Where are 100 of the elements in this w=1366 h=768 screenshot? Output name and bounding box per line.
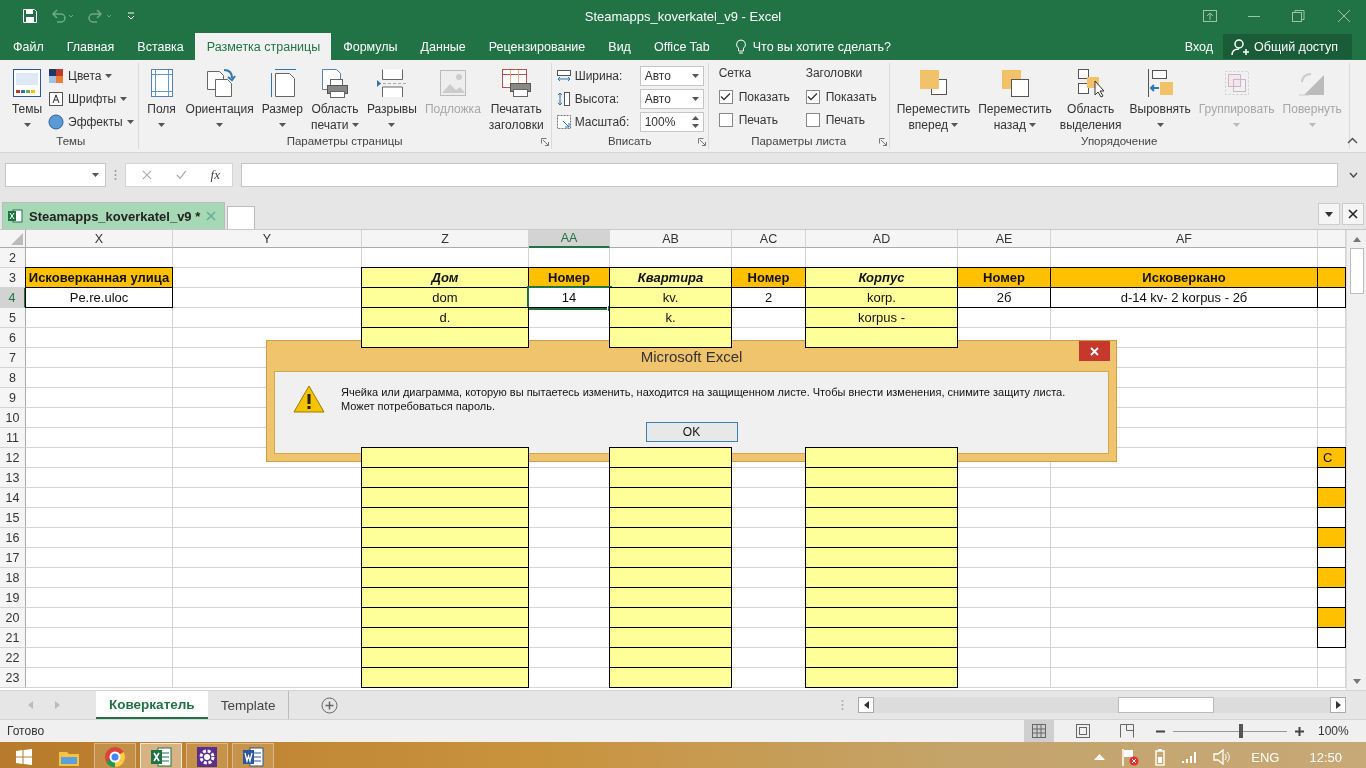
taskbar-app-button[interactable] bbox=[94, 743, 136, 768]
close-icon bbox=[206, 211, 217, 221]
ribbon-button[interactable]: Переместить вперед bbox=[893, 63, 974, 133]
tell-me-search[interactable]: Что вы хотите сделать? bbox=[720, 33, 891, 60]
formula-input[interactable] bbox=[241, 163, 1338, 187]
ribbon-tab[interactable]: Файл bbox=[0, 33, 55, 60]
font-box-icon bbox=[48, 90, 64, 107]
column-header[interactable]: AC bbox=[732, 230, 806, 248]
row-header[interactable]: 3 bbox=[0, 268, 26, 288]
view-button[interactable] bbox=[1024, 720, 1054, 742]
horizontal-scrollbar[interactable] bbox=[858, 697, 1346, 713]
row-header[interactable]: 11 bbox=[0, 428, 26, 448]
taskbar-app-button[interactable] bbox=[232, 743, 274, 768]
checkbox-option[interactable]: Показать bbox=[805, 87, 877, 106]
vertical-scrollbar[interactable] bbox=[1346, 230, 1366, 690]
ribbon-button[interactable]: Выровнять bbox=[1126, 63, 1194, 133]
ribbon-tab[interactable]: Разметка страницы bbox=[194, 33, 332, 60]
dropdown-caret-icon bbox=[351, 123, 359, 127]
close-document-button[interactable] bbox=[1342, 203, 1364, 225]
drag-dots-icon bbox=[114, 169, 117, 181]
column-header[interactable]: AD bbox=[806, 230, 958, 248]
row-header[interactable]: 6 bbox=[0, 328, 26, 348]
ok-button[interactable]: OK bbox=[645, 422, 738, 442]
checkbox[interactable] bbox=[718, 112, 733, 127]
row-header[interactable]: 15 bbox=[0, 508, 26, 528]
sign-in-link[interactable]: Вход bbox=[1174, 33, 1223, 60]
column-header[interactable]: Z bbox=[362, 230, 529, 248]
row-header[interactable]: 8 bbox=[0, 368, 26, 388]
taskbar-app-button[interactable] bbox=[186, 743, 228, 768]
column-header[interactable]: AF bbox=[1051, 230, 1318, 248]
checkbox-option[interactable]: Печать bbox=[718, 110, 790, 129]
group-heading: Заголовки bbox=[805, 66, 864, 82]
row-header[interactable]: 12 bbox=[0, 448, 26, 468]
column-header[interactable]: X bbox=[26, 230, 173, 248]
tab-list-button[interactable] bbox=[1318, 203, 1340, 225]
ribbon-button[interactable]: Темы bbox=[8, 63, 46, 133]
checkbox[interactable] bbox=[805, 89, 820, 104]
share-button[interactable]: Общий доступ bbox=[1223, 34, 1352, 59]
ribbon-button[interactable]: Эффекты bbox=[48, 111, 134, 132]
row-header[interactable]: 18 bbox=[0, 568, 26, 588]
row-header[interactable]: 19 bbox=[0, 588, 26, 608]
row-header[interactable]: 17 bbox=[0, 548, 26, 568]
row-header[interactable]: 5 bbox=[0, 308, 26, 328]
ribbon-button[interactable]: Размер bbox=[258, 63, 306, 133]
status-text: Готово bbox=[7, 724, 45, 738]
ribbon-button[interactable]: Печатать заголовки bbox=[485, 63, 547, 133]
row-header[interactable]: 4 bbox=[0, 288, 26, 308]
dialog-launcher-icon bbox=[878, 138, 887, 146]
ribbon-button[interactable]: Разрывы bbox=[363, 63, 420, 133]
ribbon-button[interactable]: Поля bbox=[142, 63, 181, 133]
row-header[interactable]: 10 bbox=[0, 408, 26, 428]
dropdown-field[interactable]: Авто bbox=[639, 65, 704, 86]
theme-swatch-icon bbox=[11, 67, 43, 99]
row-header[interactable]: 21 bbox=[0, 628, 26, 648]
field-label: Высота: bbox=[574, 91, 621, 106]
spin-field[interactable]: 100% bbox=[639, 111, 704, 132]
scroll-thumb[interactable] bbox=[1118, 697, 1214, 713]
ribbon-tab[interactable]: Рецензирование bbox=[476, 33, 597, 60]
row-header[interactable]: 20 bbox=[0, 608, 26, 628]
scroll-thumb[interactable] bbox=[1349, 248, 1364, 294]
column-header[interactable]: Y bbox=[173, 230, 362, 248]
zoom-slider-thumb[interactable] bbox=[1239, 723, 1244, 738]
row-header[interactable]: 22 bbox=[0, 648, 26, 668]
ribbon-button[interactable]: Область печати bbox=[307, 63, 362, 133]
dropdown-field[interactable]: Авто bbox=[639, 88, 704, 109]
ribbon-tab[interactable]: Вставка bbox=[125, 33, 195, 60]
close-button[interactable] bbox=[1079, 341, 1110, 361]
ribbon-tab[interactable]: Вид bbox=[596, 33, 642, 60]
checkbox-option[interactable]: Показать bbox=[718, 87, 790, 106]
ribbon-tab[interactable]: Office Tab bbox=[641, 33, 721, 60]
document-tab[interactable]: Steamapps_koverkatel_v9 * bbox=[2, 202, 226, 229]
row-header[interactable]: 16 bbox=[0, 528, 26, 548]
ribbon-button[interactable]: Переместить назад bbox=[975, 63, 1055, 133]
row-header[interactable]: 2 bbox=[0, 248, 26, 268]
flag-error-icon bbox=[1121, 748, 1140, 766]
column-header[interactable]: AA bbox=[529, 230, 610, 248]
table-cell: k. bbox=[609, 307, 732, 328]
ribbon-button[interactable]: Ориентация bbox=[182, 63, 257, 133]
ribbon-button[interactable]: Цвета bbox=[48, 65, 134, 86]
ribbon-button[interactable]: Шрифты bbox=[48, 88, 134, 109]
row-header[interactable]: 23 bbox=[0, 668, 26, 688]
row-header[interactable]: 14 bbox=[0, 488, 26, 508]
ribbon-tab[interactable]: Данные bbox=[408, 33, 477, 60]
row-header[interactable]: 13 bbox=[0, 468, 26, 488]
table-cell: d. bbox=[361, 307, 529, 328]
column-header[interactable]: AE bbox=[958, 230, 1051, 248]
sheet-tab[interactable]: Коверкатель bbox=[96, 691, 208, 719]
expand-caret-icon bbox=[1348, 172, 1358, 178]
row-header[interactable]: 9 bbox=[0, 388, 26, 408]
row-header[interactable]: 7 bbox=[0, 348, 26, 368]
checkbox-option[interactable]: Печать bbox=[805, 110, 877, 129]
column-header[interactable]: AB bbox=[610, 230, 732, 248]
table-printer-icon bbox=[500, 67, 533, 99]
ribbon-tab[interactable]: Формулы bbox=[331, 33, 409, 60]
checkbox[interactable] bbox=[718, 89, 733, 104]
taskbar-app-button[interactable] bbox=[140, 743, 182, 768]
ribbon-button[interactable]: Область выделения bbox=[1056, 63, 1125, 133]
insert-function-button[interactable]: fx bbox=[210, 167, 220, 183]
ribbon-tab[interactable]: Главная bbox=[54, 33, 126, 60]
checkbox[interactable] bbox=[805, 112, 820, 127]
